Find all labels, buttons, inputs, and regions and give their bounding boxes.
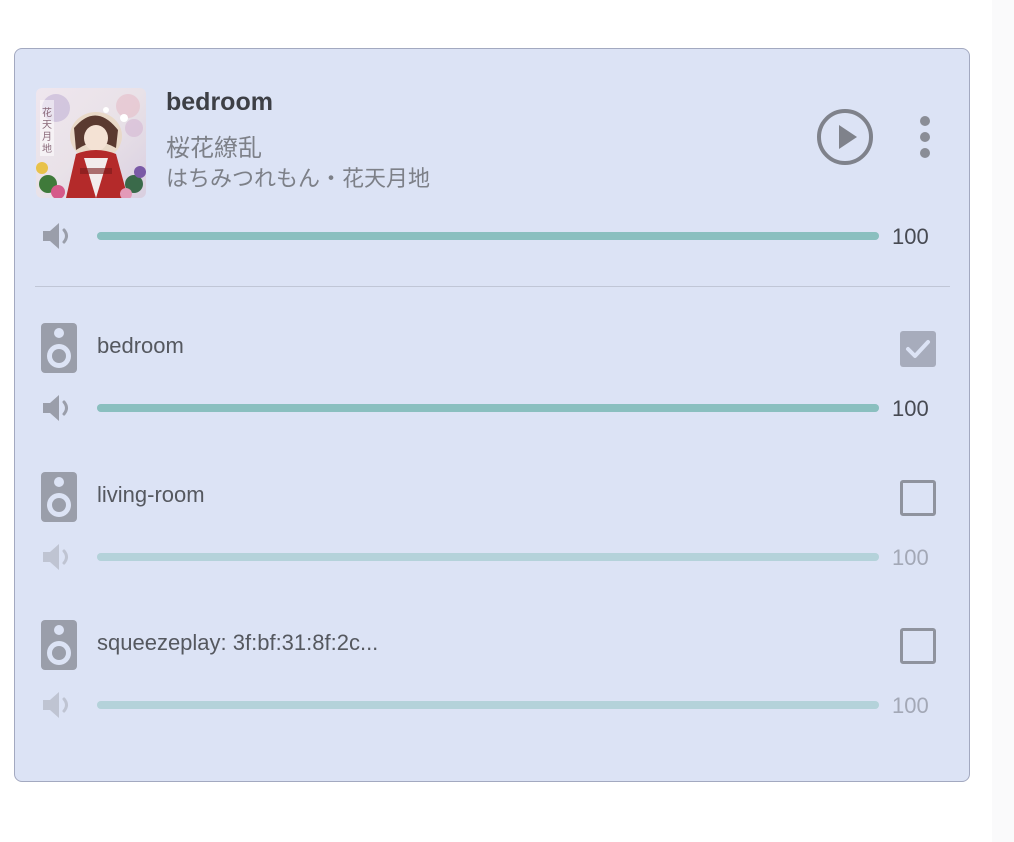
device-volume-slider-living-room[interactable] [97, 553, 879, 561]
device-volume-row-bedroom: 100 [15, 388, 971, 428]
device-name: squeezeplay: 3f:bf:31:8f:2c... [97, 630, 379, 655]
volume-icon [41, 689, 73, 721]
check-icon [906, 340, 930, 358]
side-strip [992, 0, 1014, 842]
device-row-squeezeplay: squeezeplay: 3f:bf:31:8f:2c... [15, 616, 971, 672]
svg-text:花: 花 [42, 106, 52, 119]
device-volume-fill [97, 404, 879, 412]
device-volume-value: 100 [892, 396, 929, 421]
svg-text:月: 月 [42, 131, 52, 143]
volume-icon[interactable] [41, 220, 73, 252]
speaker-icon [41, 323, 77, 373]
speaker-icon [41, 472, 77, 522]
device-row-bedroom: bedroom [15, 319, 971, 375]
device-checkbox-bedroom[interactable] [900, 331, 936, 367]
play-button[interactable] [815, 107, 875, 167]
album-art: 花 天 月 地 [36, 88, 146, 198]
device-volume-fill [97, 553, 879, 561]
svg-text:地: 地 [42, 142, 52, 155]
volume-icon[interactable] [41, 392, 73, 424]
svg-text:天: 天 [42, 120, 52, 131]
device-volume-value: 100 [892, 693, 929, 718]
device-volume-row-squeezeplay: 100 [15, 685, 971, 725]
volume-icon [41, 541, 73, 573]
speaker-icon [41, 620, 77, 670]
divider [35, 286, 950, 287]
device-name: bedroom [97, 333, 184, 358]
device-volume-slider-bedroom[interactable] [97, 404, 879, 412]
master-volume-row: 100 [15, 216, 971, 256]
media-player-card: 花 天 月 地 bedroom 桜花繚乱 はちみつれもん・花天月地 100 be… [14, 48, 970, 782]
track-title: 桜花繚乱 [166, 134, 262, 162]
media-title: bedroom [166, 88, 273, 116]
device-volume-value: 100 [892, 545, 929, 570]
master-volume-fill [97, 232, 879, 240]
play-circle-icon [817, 109, 873, 165]
device-row-living-room: living-room [15, 468, 971, 524]
device-volume-row-living-room: 100 [15, 537, 971, 577]
device-name: living-room [97, 482, 205, 507]
device-volume-fill [97, 701, 879, 709]
device-checkbox-squeezeplay[interactable] [900, 628, 936, 664]
dots-vertical-icon [920, 116, 930, 158]
more-options-button[interactable] [911, 113, 939, 161]
master-volume-slider[interactable] [97, 232, 879, 240]
device-volume-slider-squeezeplay[interactable] [97, 701, 879, 709]
track-artist: はちみつれもん・花天月地 [166, 167, 431, 192]
device-checkbox-living-room[interactable] [900, 480, 936, 516]
master-volume-value: 100 [892, 224, 929, 249]
